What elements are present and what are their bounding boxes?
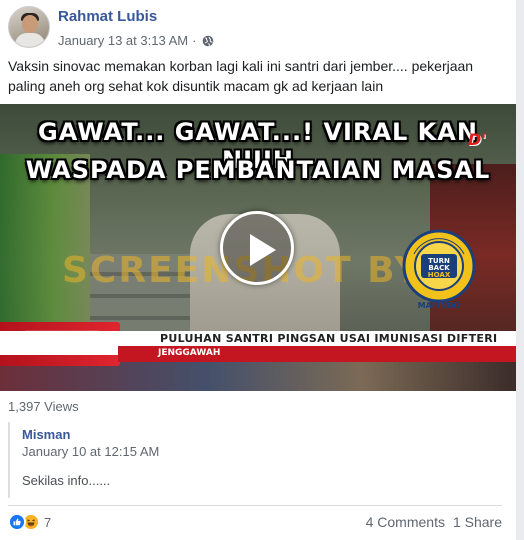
play-button[interactable]	[220, 211, 294, 285]
berita-label: BERITA	[22, 330, 100, 342]
reaction-count: 7	[44, 514, 52, 530]
svg-text:MAFINDO: MAFINDO	[418, 301, 461, 310]
view-count: 1,397 Views	[8, 399, 79, 414]
reactions-summary[interactable]: 7	[8, 511, 51, 533]
turn-back-hoax-seal: TURN BACK HOAX MAFINDO	[402, 229, 476, 310]
ticker-title: PULUHAN SANTRI PINGSAN USAI IMUNISASI DI…	[160, 332, 498, 345]
scrollbar-track[interactable]	[516, 0, 524, 540]
avatar[interactable]	[8, 6, 50, 48]
play-icon	[250, 234, 276, 266]
comments-count-link[interactable]: 4 Comments	[366, 514, 445, 530]
post-meta: January 13 at 3:13 AM ·	[58, 33, 214, 48]
comment-text: Sekilas info......	[22, 473, 111, 488]
svg-text:HOAX: HOAX	[428, 271, 451, 279]
meta-separator: ·	[192, 33, 197, 48]
engagement-counts: 4 Comments 1 Share	[366, 514, 502, 530]
video-headline-2: WASPADA PEMBANTAIAN MASAL	[25, 156, 491, 184]
shares-count-link[interactable]: 1 Share	[453, 514, 502, 530]
globe-icon[interactable]	[202, 35, 214, 47]
comment-item: Misman January 10 at 12:15 AM Sekilas in…	[8, 422, 502, 498]
facebook-post: Rahmat Lubis January 13 at 3:13 AM · Vak…	[0, 0, 516, 540]
video-player[interactable]: GAWAT... GAWAT...! VIRAL KAN NIIIH WASPA…	[0, 104, 516, 391]
footer-divider	[8, 505, 502, 506]
ticker-subtitle: JENGGAWAH	[158, 348, 221, 358]
avatar-face	[22, 15, 38, 33]
location-label: JEMBER	[52, 344, 99, 353]
comment-author[interactable]: Misman	[22, 427, 70, 442]
post-header: Rahmat Lubis January 13 at 3:13 AM ·	[8, 6, 508, 52]
post-author[interactable]: Rahmat Lubis	[58, 8, 157, 25]
post-text: Vaksin sinovac memakan korban lagi kali …	[8, 58, 474, 94]
post-timestamp[interactable]: January 13 at 3:13 AM	[58, 33, 188, 48]
channel-badge: D'	[468, 130, 487, 149]
avatar-shirt	[15, 33, 45, 47]
comment-timestamp[interactable]: January 10 at 12:15 AM	[22, 444, 159, 459]
like-icon	[8, 513, 26, 531]
